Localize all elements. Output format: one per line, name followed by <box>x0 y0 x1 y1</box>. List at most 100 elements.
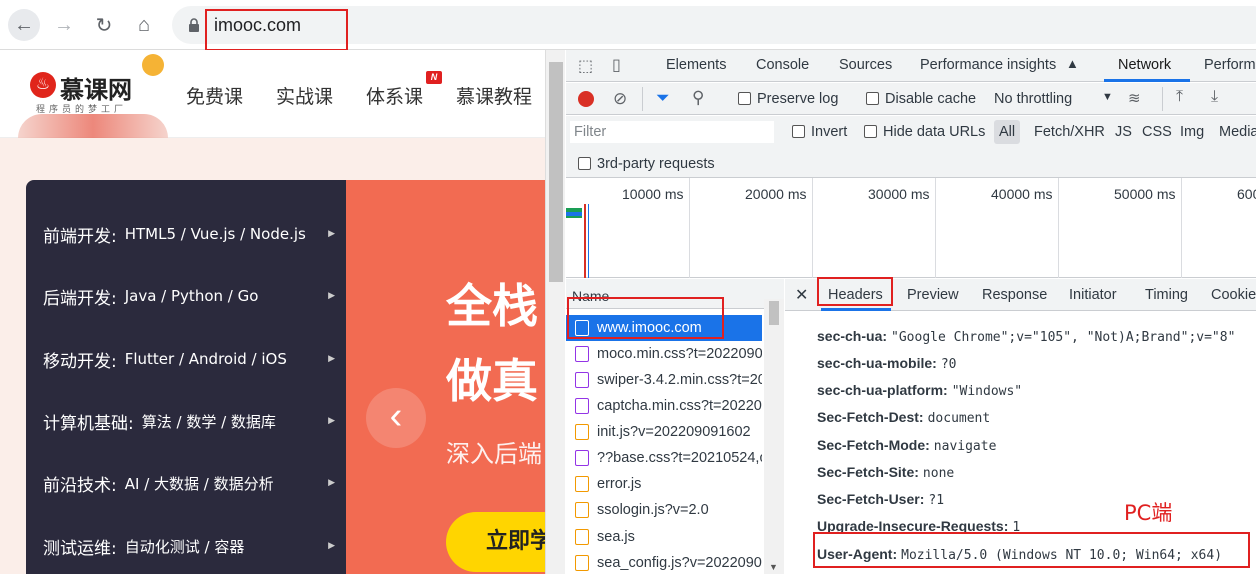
nav-free-courses[interactable]: 免费课 <box>186 82 243 109</box>
filter-type-img[interactable]: Img <box>1180 124 1204 140</box>
request-row[interactable]: sea_config.js?v=2022090 <box>566 550 762 574</box>
caret-right-icon: ▶ <box>328 291 335 301</box>
learn-now-button[interactable]: 立即学 <box>446 512 545 572</box>
tab-sources[interactable]: Sources <box>839 57 892 73</box>
filter-input[interactable]: Filter <box>570 121 774 143</box>
request-list-scroll-thumb[interactable] <box>769 301 779 325</box>
carousel-prev-button[interactable]: ‹ <box>366 388 426 448</box>
checkbox-box[interactable] <box>866 92 879 105</box>
nav-tutorials[interactable]: 慕课教程 <box>456 82 532 109</box>
back-arrow-icon: ← <box>14 13 34 36</box>
tab-console[interactable]: Console <box>756 57 809 73</box>
header-row: Sec-Fetch-Site: none <box>817 464 954 481</box>
disable-cache-checkbox[interactable]: Disable cache <box>866 91 976 107</box>
checkbox-box[interactable] <box>738 92 751 105</box>
nav-practical-courses[interactable]: 实战课 <box>276 82 333 109</box>
filter-bar: Filter Invert Hide data URLs All Fetch/X… <box>566 116 1256 148</box>
request-detail-pane: ✕ Headers Preview Response Initiator Tim… <box>785 279 1256 574</box>
tab-elements[interactable]: Elements <box>666 57 726 73</box>
banner-title-line1: 全栈 <box>446 279 538 333</box>
back-button[interactable]: ← <box>8 9 40 41</box>
banner-subtitle: 深入后端 <box>446 440 542 468</box>
tab-initiator[interactable]: Initiator <box>1069 287 1117 303</box>
filter-type-js[interactable]: JS <box>1115 124 1132 140</box>
menu-item-frontend[interactable]: 前端开发: HTML5 / Vue.js / Node.js ▶ <box>43 219 343 249</box>
network-timeline-overview[interactable]: 10000 ms 20000 ms 30000 ms 40000 ms 5000… <box>566 178 1256 278</box>
forward-button[interactable]: → <box>48 9 80 41</box>
flask-icon: ▲ <box>1066 56 1079 71</box>
header-key: sec-ch-ua-platform: <box>817 382 948 398</box>
menu-item-mobile[interactable]: 移动开发: Flutter / Android / iOS ▶ <box>43 344 343 374</box>
tab-timing[interactable]: Timing <box>1145 287 1188 303</box>
tab-performance[interactable]: Perform <box>1204 57 1256 73</box>
timeline-tick-label: 30000 ms <box>868 186 930 202</box>
tab-cookies[interactable]: Cookie <box>1211 287 1256 303</box>
hide-data-urls-checkbox[interactable]: Hide data URLs <box>864 124 985 140</box>
menu-category: 前沿技术: <box>43 475 117 496</box>
script-icon <box>575 424 589 440</box>
request-row[interactable]: captcha.min.css?t=20220 <box>566 393 762 419</box>
export-har-icon[interactable]: ⤓ <box>1211 88 1218 106</box>
third-party-checkbox[interactable]: 3rd-party requests <box>578 156 715 172</box>
checkbox-box[interactable] <box>792 125 805 138</box>
caret-right-icon: ▶ <box>328 478 335 488</box>
nav-system-courses[interactable]: 体系课 <box>366 82 423 109</box>
request-name: moco.min.css?t=20220909 <box>597 346 762 362</box>
request-row[interactable]: swiper-3.4.2.min.css?t=2022 <box>566 367 762 393</box>
page-scroll-thumb[interactable] <box>549 62 563 282</box>
request-list-scrollbar[interactable]: ▼ <box>764 299 784 574</box>
header-row: Sec-Fetch-User: ?1 <box>817 491 944 508</box>
throttling-select[interactable]: No throttling <box>994 91 1072 107</box>
lock-icon <box>189 18 199 32</box>
filter-type-all[interactable]: All <box>994 120 1020 144</box>
search-icon[interactable]: ⚲ <box>692 88 704 108</box>
menu-subcategories: 自动化测试 / 容器 <box>124 537 245 556</box>
device-toolbar-icon[interactable]: ▯ <box>612 55 621 75</box>
import-har-icon[interactable]: ⤒ <box>1176 88 1183 106</box>
inspect-element-icon[interactable]: ⬚ <box>578 56 593 76</box>
preserve-log-checkbox[interactable]: Preserve log <box>738 91 838 107</box>
page-scrollbar[interactable] <box>545 50 565 574</box>
menu-item-backend[interactable]: 后端开发: Java / Python / Go ▶ <box>43 281 343 311</box>
request-name: sea.js <box>597 529 635 545</box>
request-row[interactable]: ??base.css?t=20210524,c <box>566 445 762 471</box>
invert-checkbox[interactable]: Invert <box>792 124 847 140</box>
reload-button[interactable]: ↻ <box>88 9 120 41</box>
menu-category: 计算机基础: <box>43 413 134 434</box>
filter-funnel-icon[interactable]: ⏷ <box>656 88 670 108</box>
tab-network[interactable]: Network <box>1118 57 1171 73</box>
header-key: Sec-Fetch-Dest: <box>817 409 924 425</box>
checkbox-box[interactable] <box>578 157 591 170</box>
home-button[interactable]: ⌂ <box>128 9 160 41</box>
preserve-log-label: Preserve log <box>757 91 839 107</box>
menu-item-testing-ops[interactable]: 测试运维: 自动化测试 / 容器 ▶ <box>43 531 343 561</box>
chevron-down-icon[interactable]: ▼ <box>1102 91 1113 103</box>
tab-performance-insights[interactable]: Performance insights <box>920 57 1056 73</box>
scroll-down-arrow-icon[interactable]: ▼ <box>769 562 778 572</box>
checkbox-box[interactable] <box>864 125 877 138</box>
request-row[interactable]: ssologin.js?v=2.0 <box>566 497 762 523</box>
imooc-website: ♨ 慕课网 程序员的梦工厂 免费课 实战课 体系课 N 慕课教程 前端开发: H… <box>0 50 545 574</box>
toolbar-divider <box>1162 87 1163 111</box>
filter-type-fetch-xhr[interactable]: Fetch/XHR <box>1034 124 1105 140</box>
site-logo-text[interactable]: 慕课网 <box>60 70 132 105</box>
request-row[interactable]: init.js?v=202209091602 <box>566 419 762 445</box>
request-row[interactable]: error.js <box>566 471 762 497</box>
script-icon <box>575 529 589 545</box>
filter-type-css[interactable]: CSS <box>1142 124 1172 140</box>
menu-category: 移动开发: <box>43 351 117 372</box>
menu-item-cs-basics[interactable]: 计算机基础: 算法 / 数学 / 数据库 ▶ <box>43 406 343 436</box>
menu-item-frontier[interactable]: 前沿技术: AI / 大数据 / 数据分析 ▶ <box>43 468 343 498</box>
request-row[interactable]: moco.min.css?t=20220909 <box>566 341 762 367</box>
record-icon[interactable] <box>578 91 594 107</box>
filter-type-media[interactable]: Media <box>1219 124 1256 140</box>
close-icon[interactable]: ✕ <box>795 285 808 305</box>
timeline-gridline <box>1058 178 1059 278</box>
header-value: "Windows" <box>951 384 1023 399</box>
tab-preview[interactable]: Preview <box>907 287 959 303</box>
tab-response[interactable]: Response <box>982 287 1047 303</box>
header-row: sec-ch-ua-platform: "Windows" <box>817 382 1022 399</box>
request-row[interactable]: sea.js <box>566 524 762 550</box>
clear-icon[interactable]: ⊘ <box>613 89 627 109</box>
network-conditions-icon[interactable]: ≋ <box>1128 89 1141 107</box>
